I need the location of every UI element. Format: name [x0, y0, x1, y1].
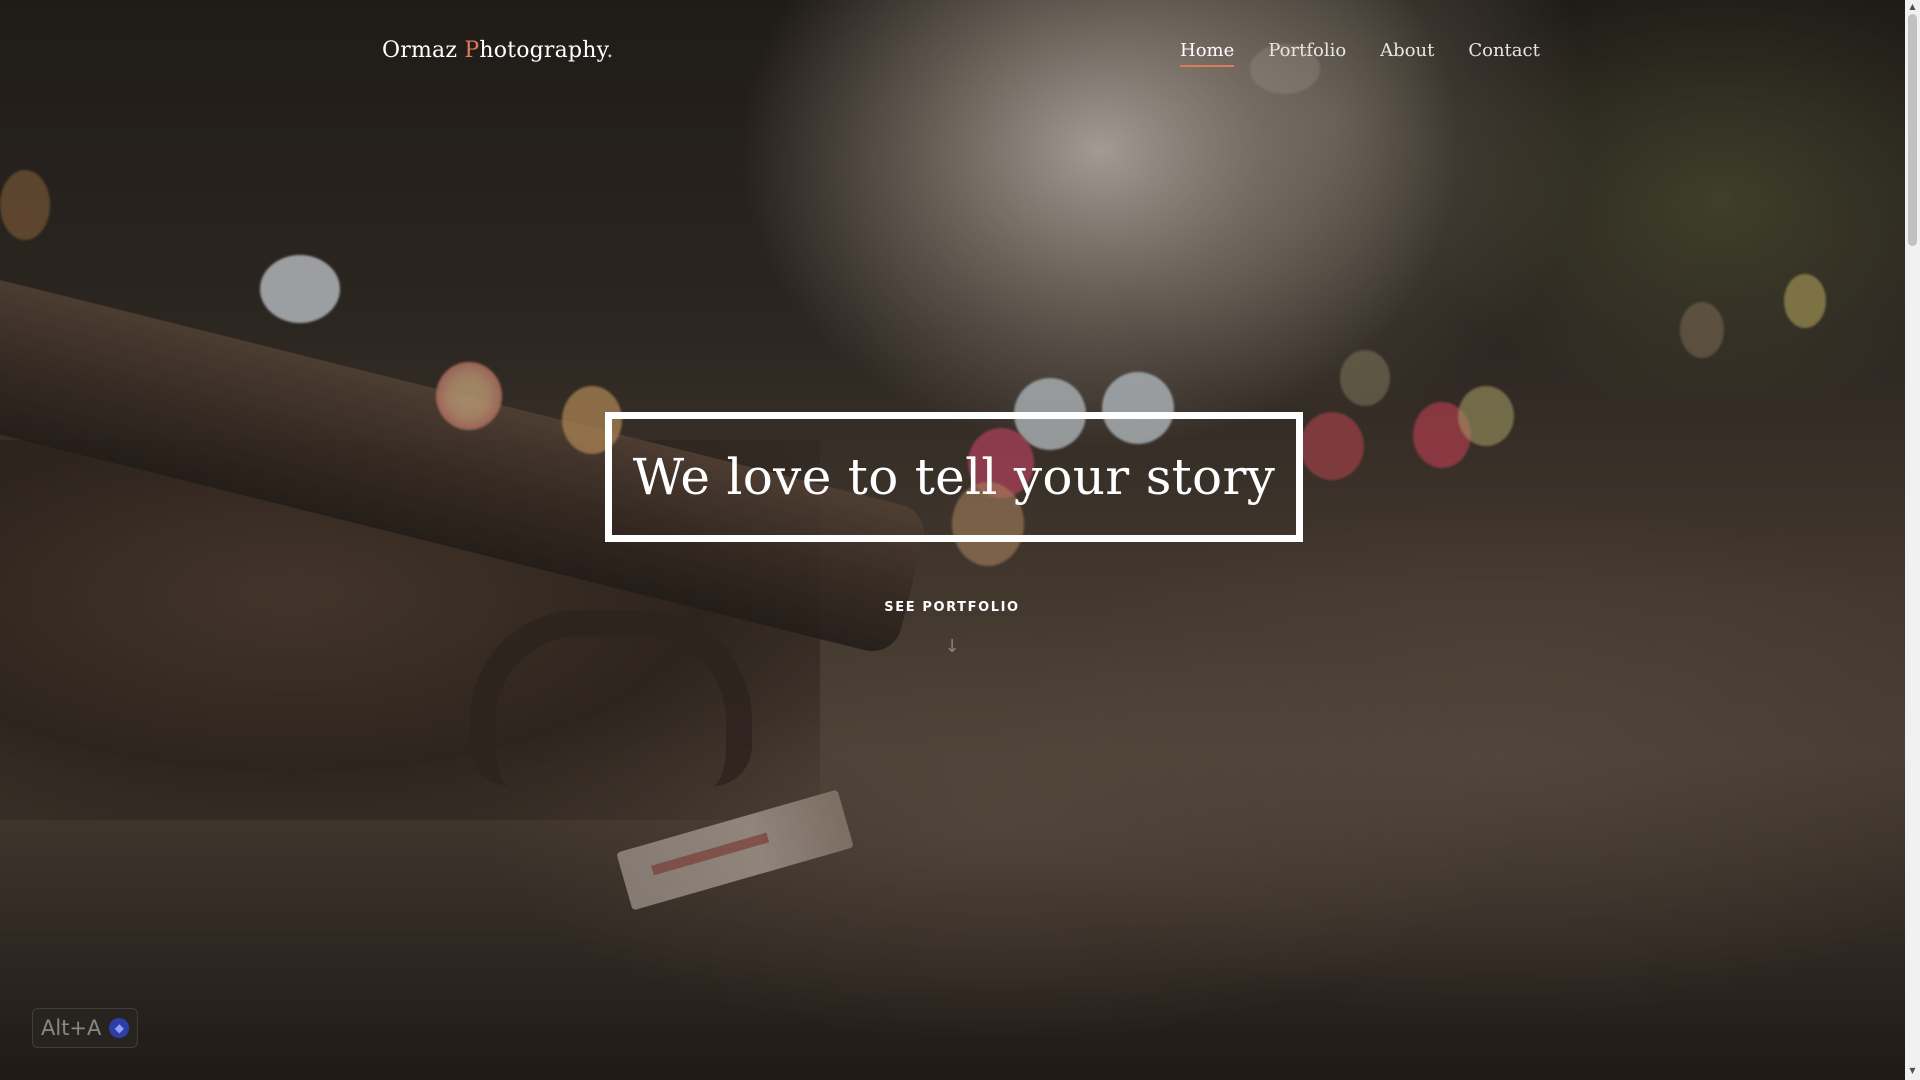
assistant-icon: ◆ — [109, 1018, 130, 1038]
nav-about[interactable]: About — [1380, 40, 1434, 67]
scroll-up-icon[interactable]: ▲ — [1905, 2, 1920, 11]
scroll-down-icon[interactable]: ▼ — [1905, 1066, 1920, 1075]
logo-dot: . — [606, 38, 614, 63]
nav-home[interactable]: Home — [1180, 40, 1235, 67]
hero-title: We love to tell your story — [632, 448, 1276, 506]
site-logo[interactable]: Ormaz Photography. — [382, 38, 614, 63]
logo-accent-letter: P — [464, 38, 480, 63]
logo-text-rest: hotography — [479, 38, 607, 63]
logo-text: Ormaz — [382, 38, 465, 63]
page: Ormaz Photography. Home Portfolio About … — [0, 0, 1920, 1080]
hero-title-box: We love to tell your story — [605, 412, 1303, 542]
scroll-thumb[interactable] — [1908, 14, 1917, 246]
shortcut-badge[interactable]: Alt+A ◆ — [32, 1008, 139, 1048]
main-nav: Home Portfolio About Contact — [1180, 40, 1540, 67]
nav-portfolio[interactable]: Portfolio — [1268, 40, 1346, 67]
see-portfolio-button[interactable]: SEE PORTFOLIO — [852, 600, 1052, 615]
nav-contact[interactable]: Contact — [1468, 40, 1539, 67]
shortcut-label: Alt+A — [41, 1016, 102, 1040]
arrow-down-icon[interactable]: ↓ — [942, 636, 962, 657]
vertical-scrollbar[interactable]: ▲ ▼ — [1905, 0, 1920, 1080]
